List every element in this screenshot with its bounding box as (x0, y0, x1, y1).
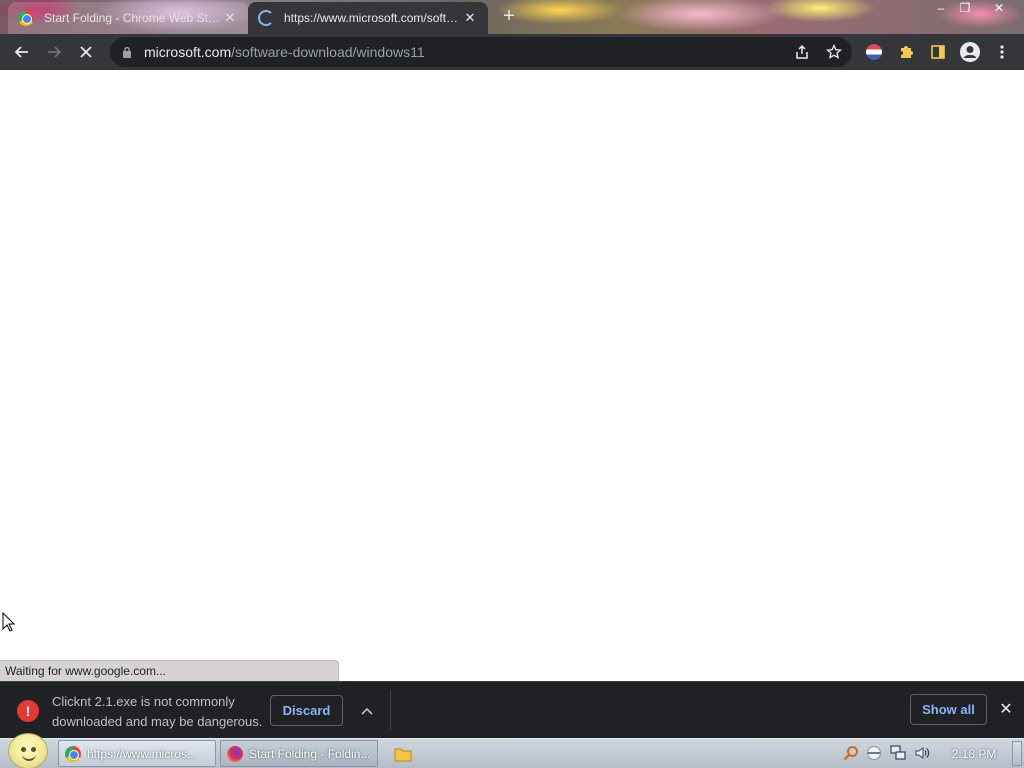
start-smile (22, 754, 36, 761)
chrome-icon (18, 10, 34, 26)
desktop-screen: Start Folding - Chrome Web Store ✕ https… (0, 0, 1024, 768)
arrow-right-icon (48, 46, 62, 58)
address-bar[interactable]: microsoft.com/software-download/windows1… (110, 37, 852, 67)
share-icon (796, 44, 808, 59)
taskbar-item-label: https://www.micros... (87, 746, 198, 761)
close-icon (80, 46, 92, 58)
folder-shortcut-button[interactable] (386, 742, 420, 766)
volume-tray-button[interactable] (913, 744, 931, 762)
globe-icon (867, 746, 881, 760)
tab-close-icon[interactable]: ✕ (222, 10, 238, 26)
taskbar-clock[interactable]: 2:18 PM (944, 747, 1004, 761)
mouse-cursor-icon (2, 612, 16, 632)
restore-button[interactable]: ❐ (952, 0, 978, 18)
star-icon (826, 44, 842, 59)
puzzle-icon (901, 46, 913, 58)
new-tab-button[interactable]: + (498, 6, 520, 28)
taskbar-item-label: Start Folding - Foldin... (249, 746, 371, 761)
extension-button[interactable] (860, 38, 888, 66)
tab-title: https://www.microsoft.com/software-downl… (284, 11, 462, 25)
chevron-up-icon (361, 707, 373, 715)
discard-button[interactable]: Discard (270, 695, 343, 726)
network-tray-button[interactable] (889, 744, 907, 762)
url-host: microsoft.com (144, 44, 232, 60)
avatar-icon (960, 42, 980, 62)
network-icon (890, 745, 906, 760)
more-vert-icon (1000, 45, 1004, 59)
warning-line-1: Clicknt 2.1.exe is not commonly (52, 694, 235, 709)
search-tray-button[interactable] (842, 744, 860, 762)
start-button[interactable] (8, 733, 48, 768)
start-eye (21, 747, 26, 752)
start-eye (31, 747, 36, 752)
language-tray-button[interactable] (865, 744, 883, 762)
speaker-icon (915, 747, 930, 759)
back-button[interactable] (8, 38, 36, 66)
stop-loading-button[interactable] (72, 38, 100, 66)
show-desktop-button[interactable] (1012, 741, 1022, 766)
browser-menu-button[interactable] (988, 38, 1016, 66)
browser-tab-strip: Start Folding - Chrome Web Store ✕ https… (0, 0, 1024, 34)
status-bubble: Waiting for www.google.com... (0, 660, 339, 681)
tab-microsoft-download[interactable]: https://www.microsoft.com/software-downl… (248, 2, 488, 34)
firefox-icon (227, 745, 243, 762)
bookmark-button[interactable] (820, 38, 848, 66)
close-window-button[interactable]: ✕ (986, 0, 1012, 18)
profile-button[interactable] (956, 38, 984, 66)
taskbar-item-firefox[interactable]: Start Folding - Foldin... (220, 740, 378, 767)
chrome-icon (65, 745, 81, 762)
download-bar: ! Clicknt 2.1.exe is not commonly downlo… (0, 681, 1024, 738)
flag-icon (866, 44, 882, 60)
folder-icon (394, 748, 412, 762)
tab-start-folding[interactable]: Start Folding - Chrome Web Store ✕ (8, 2, 248, 34)
warning-line-2: downloaded and may be dangerous. (52, 714, 263, 729)
minimize-button[interactable]: – (928, 0, 954, 18)
lock-icon[interactable] (120, 45, 134, 59)
forward-button[interactable] (40, 38, 68, 66)
show-all-button[interactable]: Show all (910, 694, 987, 725)
tab-close-icon[interactable]: ✕ (462, 10, 478, 26)
taskbar-item-chrome[interactable]: https://www.micros... (58, 740, 216, 767)
download-options-button[interactable] (356, 700, 378, 722)
divider (390, 690, 391, 730)
side-panel-button[interactable] (924, 38, 952, 66)
page-content-area[interactable] (0, 70, 1024, 681)
share-button[interactable] (788, 38, 816, 66)
loading-spinner-icon (258, 10, 274, 26)
arrow-left-icon (14, 46, 28, 58)
download-warning-text: Clicknt 2.1.exe is not commonly download… (52, 692, 267, 732)
browser-toolbar: microsoft.com/software-download/windows1… (0, 34, 1024, 70)
tab-title: Start Folding - Chrome Web Store (44, 11, 222, 25)
close-download-bar-button[interactable]: ✕ (996, 699, 1016, 721)
side-panel-icon (931, 45, 945, 59)
url-path: /software-download/windows11 (231, 44, 425, 60)
taskbar: https://www.micros... Start Folding - Fo… (0, 733, 1024, 768)
magnifier-icon (843, 746, 858, 761)
extensions-menu-button[interactable] (892, 38, 920, 66)
warning-icon: ! (17, 700, 39, 722)
